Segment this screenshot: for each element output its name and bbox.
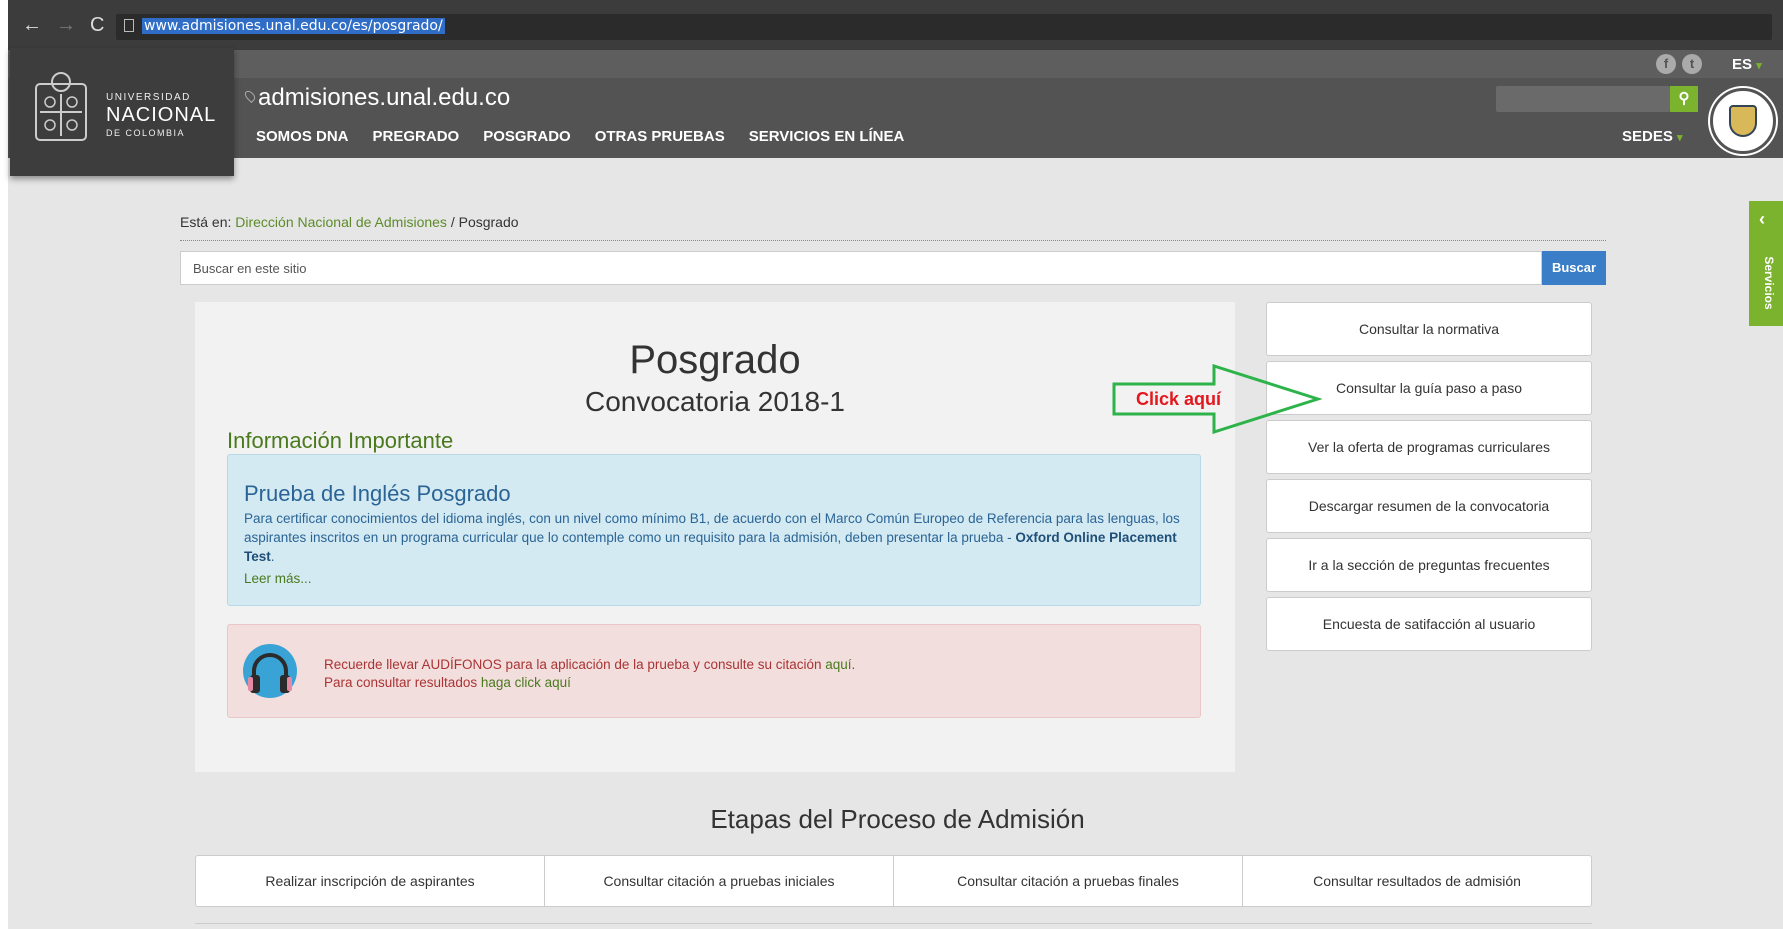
page-icon	[124, 19, 134, 32]
url-text[interactable]: www.admisiones.unal.edu.co/es/posgrado/	[142, 18, 445, 34]
page-title: Posgrado	[629, 338, 801, 382]
breadcrumb-prefix: Está en:	[180, 214, 232, 230]
main-panel: Posgrado Convocatoria 2018-1 Información…	[195, 302, 1235, 772]
side-tab-label: Servicios	[1762, 256, 1776, 310]
stage-citacion-finales-button[interactable]: Consultar citación a pruebas finales	[894, 856, 1243, 906]
browser-nav: ← → C	[22, 14, 118, 37]
stage-citacion-iniciales-button[interactable]: Consultar citación a pruebas iniciales	[545, 856, 894, 906]
logo-line-2: NACIONAL	[106, 104, 217, 126]
chevron-down-icon: ▾	[1677, 132, 1683, 144]
page-subtitle: Convocatoria 2018-1	[585, 386, 845, 417]
reload-icon[interactable]: C	[90, 14, 104, 37]
alert-line-2-text: Para consultar resultados	[324, 675, 481, 690]
alert-line-1-text: Recuerde llevar AUDÍFONOS para la aplica…	[324, 657, 826, 672]
logo-line-3: DE COLOMBIA	[106, 128, 186, 138]
logo-line-1: UNIVERSIDAD	[106, 92, 191, 103]
university-logo[interactable]: UNIVERSIDAD NACIONAL DE COLOMBIA	[10, 48, 234, 176]
menu-servicios-en-linea[interactable]: SERVICIOS EN LÍNEA	[749, 128, 905, 145]
back-icon[interactable]: ←	[22, 14, 42, 37]
consultar-normativa-button[interactable]: Consultar la normativa	[1266, 302, 1592, 356]
preguntas-frecuentes-button[interactable]: Ir a la sección de preguntas frecuentes	[1266, 538, 1592, 592]
info-body-end: .	[270, 549, 275, 564]
site-search-input[interactable]	[181, 252, 1541, 284]
stage-resultados-button[interactable]: Consultar resultados de admisión	[1243, 856, 1591, 906]
click-here-label: Click aquí	[1136, 389, 1222, 409]
breadcrumb-link[interactable]: Dirección Nacional de Admisiones	[235, 214, 447, 230]
forward-icon[interactable]: →	[56, 14, 76, 37]
language-label: ES	[1732, 56, 1753, 73]
results-link[interactable]: haga click aquí	[481, 675, 571, 690]
citation-link[interactable]: aquí	[825, 657, 851, 672]
language-selector[interactable]: ES ▾	[1732, 56, 1762, 73]
sedes-label: SEDES	[1622, 128, 1673, 145]
colombia-coat-of-arms-icon[interactable]	[1710, 88, 1776, 154]
menu-posgrado[interactable]: POSGRADO	[483, 128, 571, 145]
twitter-icon[interactable]: t	[1682, 54, 1702, 74]
alert-box: Recuerde llevar AUDÍFONOS para la aplica…	[227, 624, 1201, 718]
site-title[interactable]: admisiones.unal.edu.co	[258, 84, 510, 112]
info-box: Prueba de Inglés Posgrado Para certifica…	[227, 454, 1201, 606]
site-search-field[interactable]	[180, 251, 1542, 285]
header-search-input[interactable]	[1496, 86, 1670, 112]
sedes-menu[interactable]: SEDES ▾	[1622, 128, 1683, 145]
header-top-strip	[8, 50, 1783, 78]
stages-title: Etapas del Proceso de Admisión	[710, 804, 1085, 834]
address-bar[interactable]: www.admisiones.unal.edu.co/es/posgrado/	[116, 14, 1772, 40]
breadcrumb-divider	[180, 240, 1606, 241]
stages-row: Realizar inscripción de aspirantes Consu…	[195, 855, 1592, 907]
read-more-link[interactable]: Leer más...	[244, 571, 312, 586]
facebook-icon[interactable]: f	[1656, 54, 1676, 74]
university-seal-icon	[35, 72, 87, 141]
descargar-resumen-button[interactable]: Descargar resumen de la convocatoria	[1266, 479, 1592, 533]
servicios-side-tab[interactable]: ‹ Servicios	[1749, 201, 1783, 326]
alert-line-1-end: .	[851, 657, 856, 672]
menu-otras-pruebas[interactable]: OTRAS PRUEBAS	[595, 128, 725, 145]
info-body: Para certificar conocimientos del idioma…	[244, 509, 1194, 566]
encuesta-button[interactable]: Encuesta de satifacción al usuario	[1266, 597, 1592, 651]
chevron-down-icon: ▾	[1756, 60, 1762, 72]
section-heading: Información Importante	[227, 428, 454, 453]
breadcrumb: Está en: Dirección Nacional de Admisione…	[180, 214, 519, 230]
stage-inscripcion-button[interactable]: Realizar inscripción de aspirantes	[196, 856, 545, 906]
browser-toolbar: ← → C www.admisiones.unal.edu.co/es/posgra…	[8, 0, 1783, 50]
headphones-icon	[243, 644, 297, 698]
breadcrumb-current: Posgrado	[458, 214, 519, 230]
menu-somos-dna[interactable]: SOMOS DNA	[256, 128, 349, 145]
bottom-divider	[195, 923, 1592, 924]
main-menu: SOMOS DNA PREGRADO POSGRADO OTRAS PRUEBA…	[256, 128, 904, 145]
social-links: f t	[1656, 54, 1702, 74]
breadcrumb-separator: /	[450, 214, 455, 230]
alert-line-1: Recuerde llevar AUDÍFONOS para la aplica…	[324, 657, 855, 672]
menu-pregrado[interactable]: PREGRADO	[373, 128, 460, 145]
site-search-button[interactable]: Buscar	[1542, 251, 1606, 285]
coat-shield	[1729, 105, 1757, 137]
alert-line-2: Para consultar resultados haga click aqu…	[324, 675, 571, 690]
search-icon[interactable]: ⚲	[1670, 86, 1698, 112]
chevron-left-icon: ‹	[1759, 209, 1765, 229]
info-title[interactable]: Prueba de Inglés Posgrado	[244, 481, 511, 507]
